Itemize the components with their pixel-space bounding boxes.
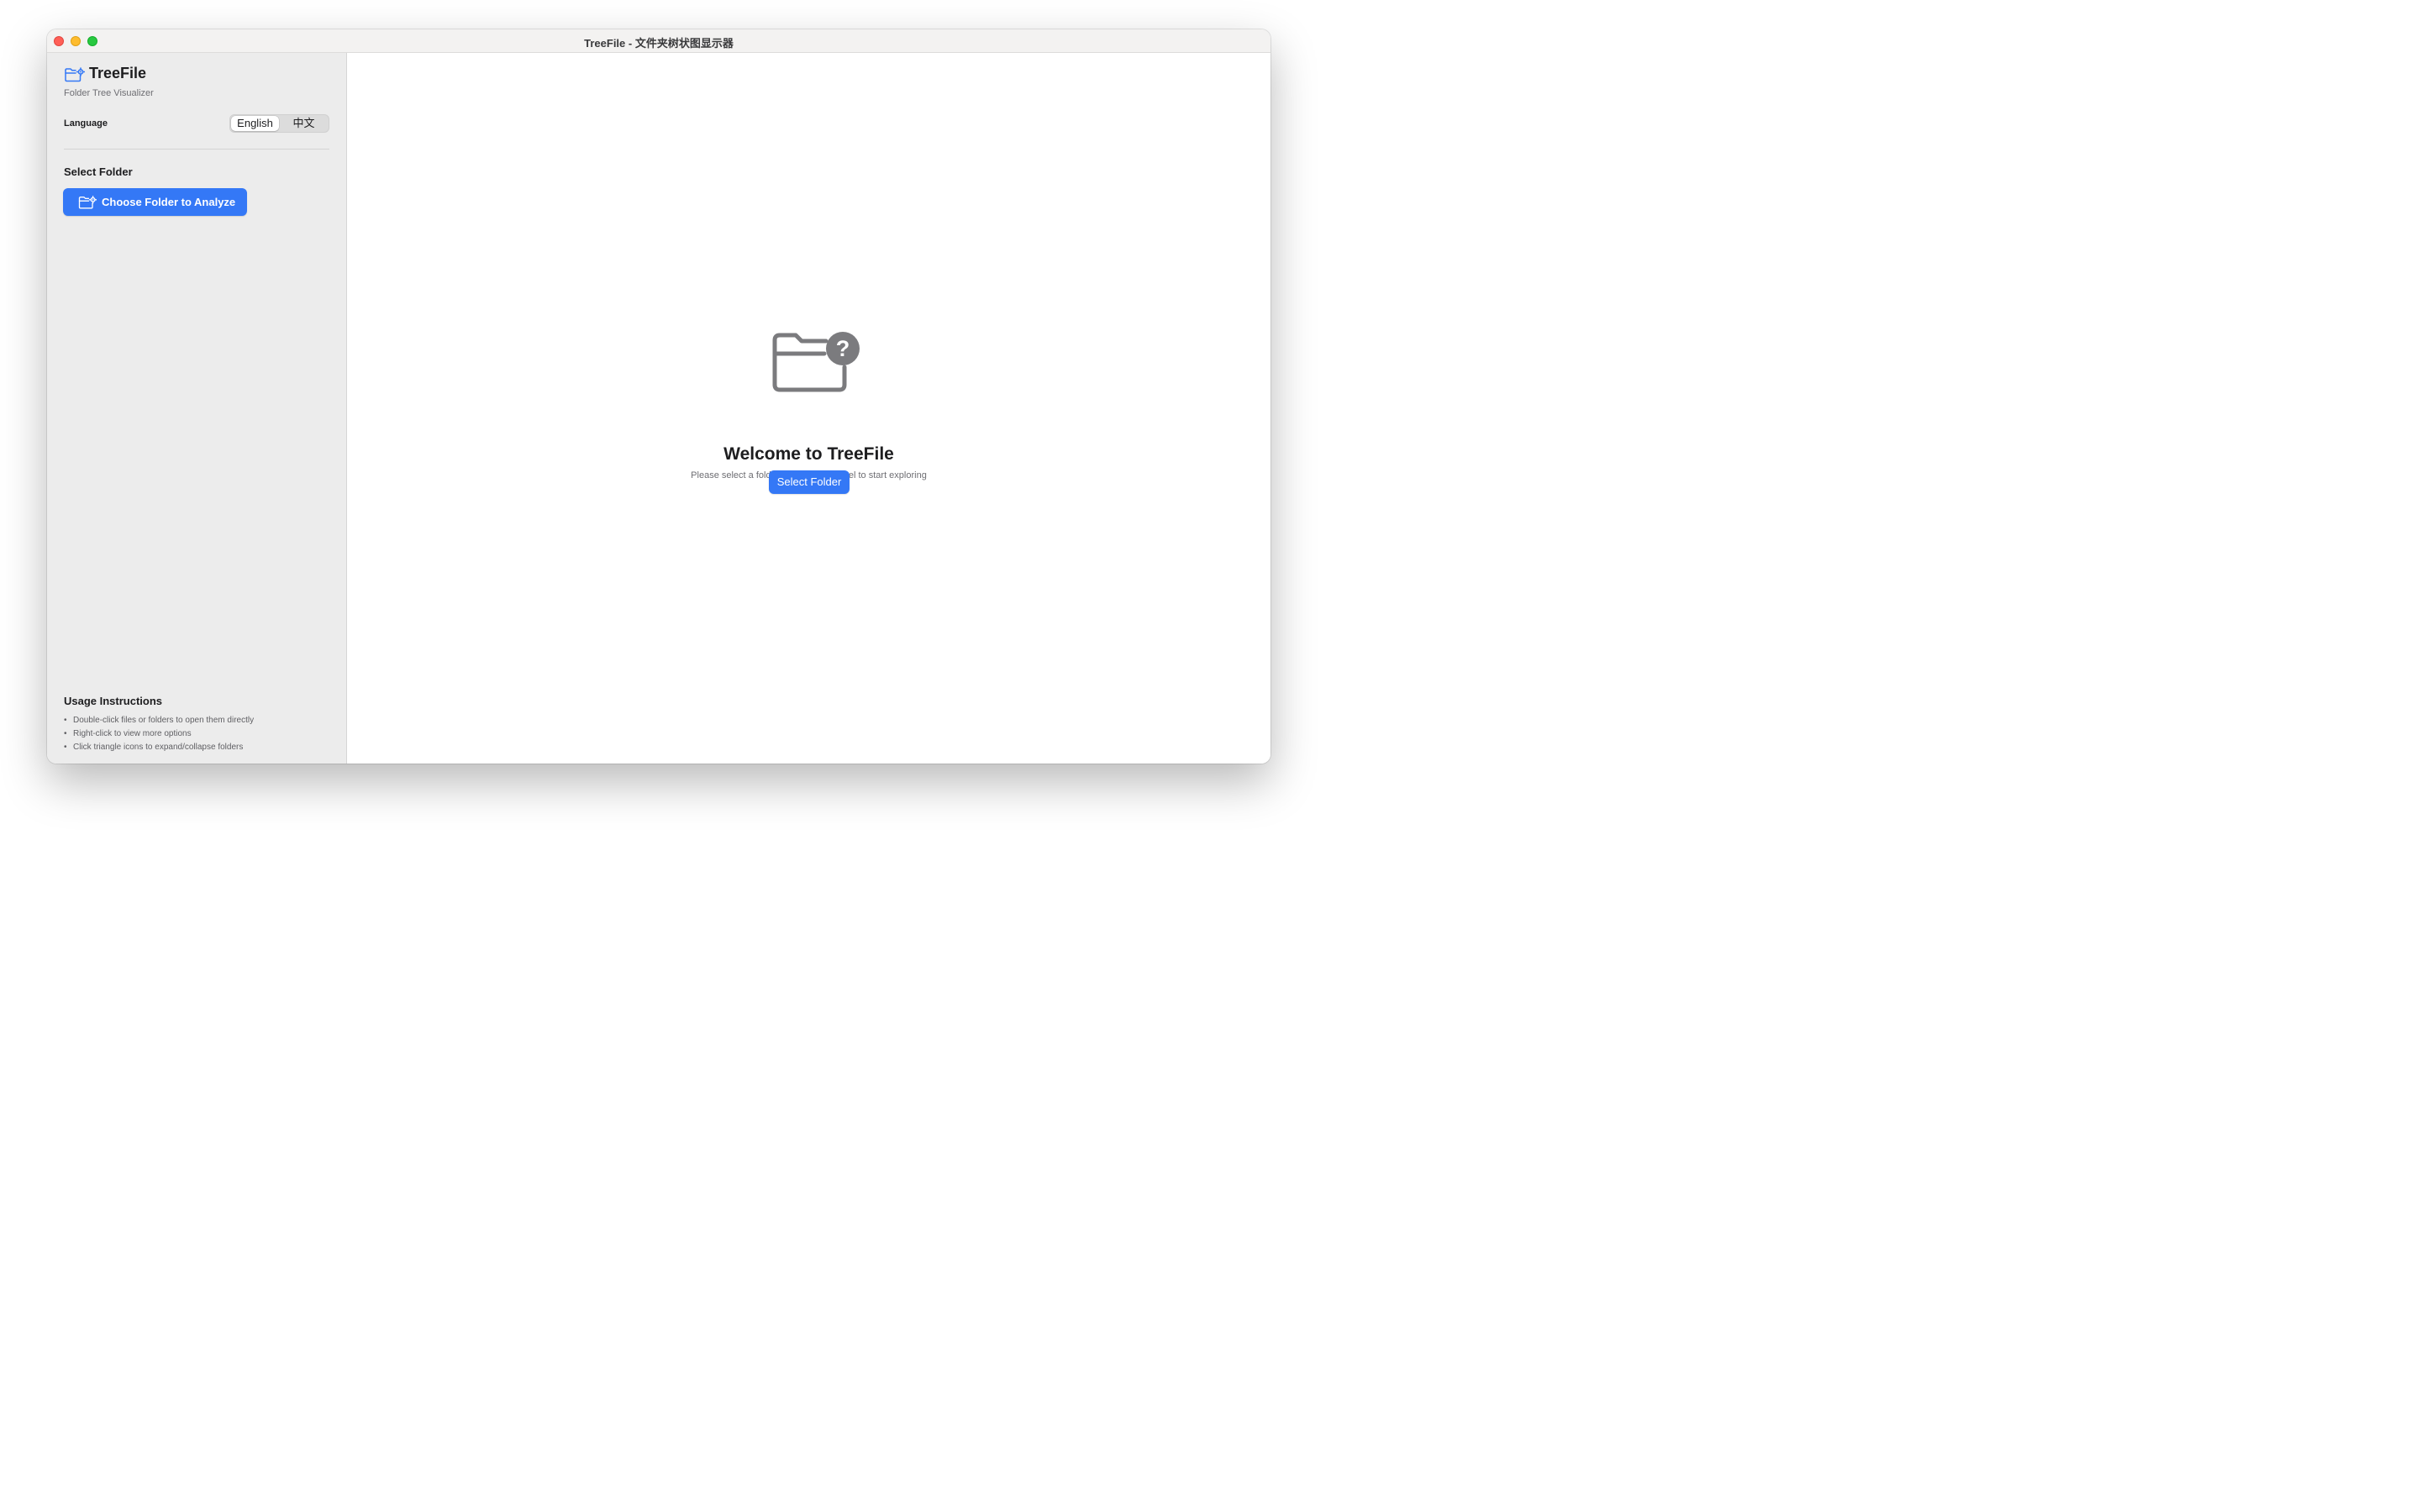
main-content: ? Welcome to TreeFile Please select a fo… [347, 53, 1270, 764]
list-item: • Right-click to view more options [64, 727, 254, 741]
select-folder-heading: Select Folder [64, 165, 133, 178]
choose-folder-button-label: Choose Folder to Analyze [102, 196, 236, 208]
select-folder-button-label: Select Folder [776, 475, 842, 488]
folder-gear-icon [65, 67, 85, 82]
sidebar: TreeFile Folder Tree Visualizer Language… [47, 53, 347, 764]
list-item: • Double-click files or folders to open t… [64, 714, 254, 727]
welcome-title: Welcome to TreeFile [723, 444, 894, 464]
folder-question-icon: ? [772, 332, 860, 392]
bullet: • [64, 716, 67, 725]
usage-instructions-list: • Double-click files or folders to open t… [64, 714, 254, 754]
svg-text:?: ? [836, 336, 850, 361]
language-segmented-control: English 中文 [229, 114, 329, 133]
window-title: TreeFile - 文件夹树状图显示器 [584, 37, 734, 50]
app-window: TreeFile - 文件夹树状图显示器 TreeFile Folder Tre… [47, 29, 1270, 764]
usage-instructions-heading: Usage Instructions [64, 695, 163, 707]
list-item: • Click triangle icons to expand/collapse… [64, 741, 254, 754]
select-folder-button[interactable]: Select Folder [769, 470, 850, 494]
title-bar: TreeFile - 文件夹树状图显示器 [47, 29, 1270, 53]
language-option-english[interactable]: English [231, 116, 279, 131]
language-label: Language [64, 118, 108, 129]
usage-instruction-text: Double-click files or folders to open th… [73, 716, 255, 725]
app-name: TreeFile [89, 65, 147, 81]
sidebar-divider [64, 149, 329, 150]
bullet: • [64, 729, 67, 738]
folder-gear-icon [78, 196, 97, 209]
app-subtitle: Folder Tree Visualizer [64, 88, 154, 98]
language-option-chinese[interactable]: 中文 [281, 116, 327, 131]
choose-folder-button[interactable]: Choose Folder to Analyze [63, 188, 247, 216]
usage-instruction-text: Right-click to view more options [73, 729, 192, 738]
bullet: • [64, 743, 67, 752]
usage-instruction-text: Click triangle icons to expand/collapse … [73, 743, 244, 752]
